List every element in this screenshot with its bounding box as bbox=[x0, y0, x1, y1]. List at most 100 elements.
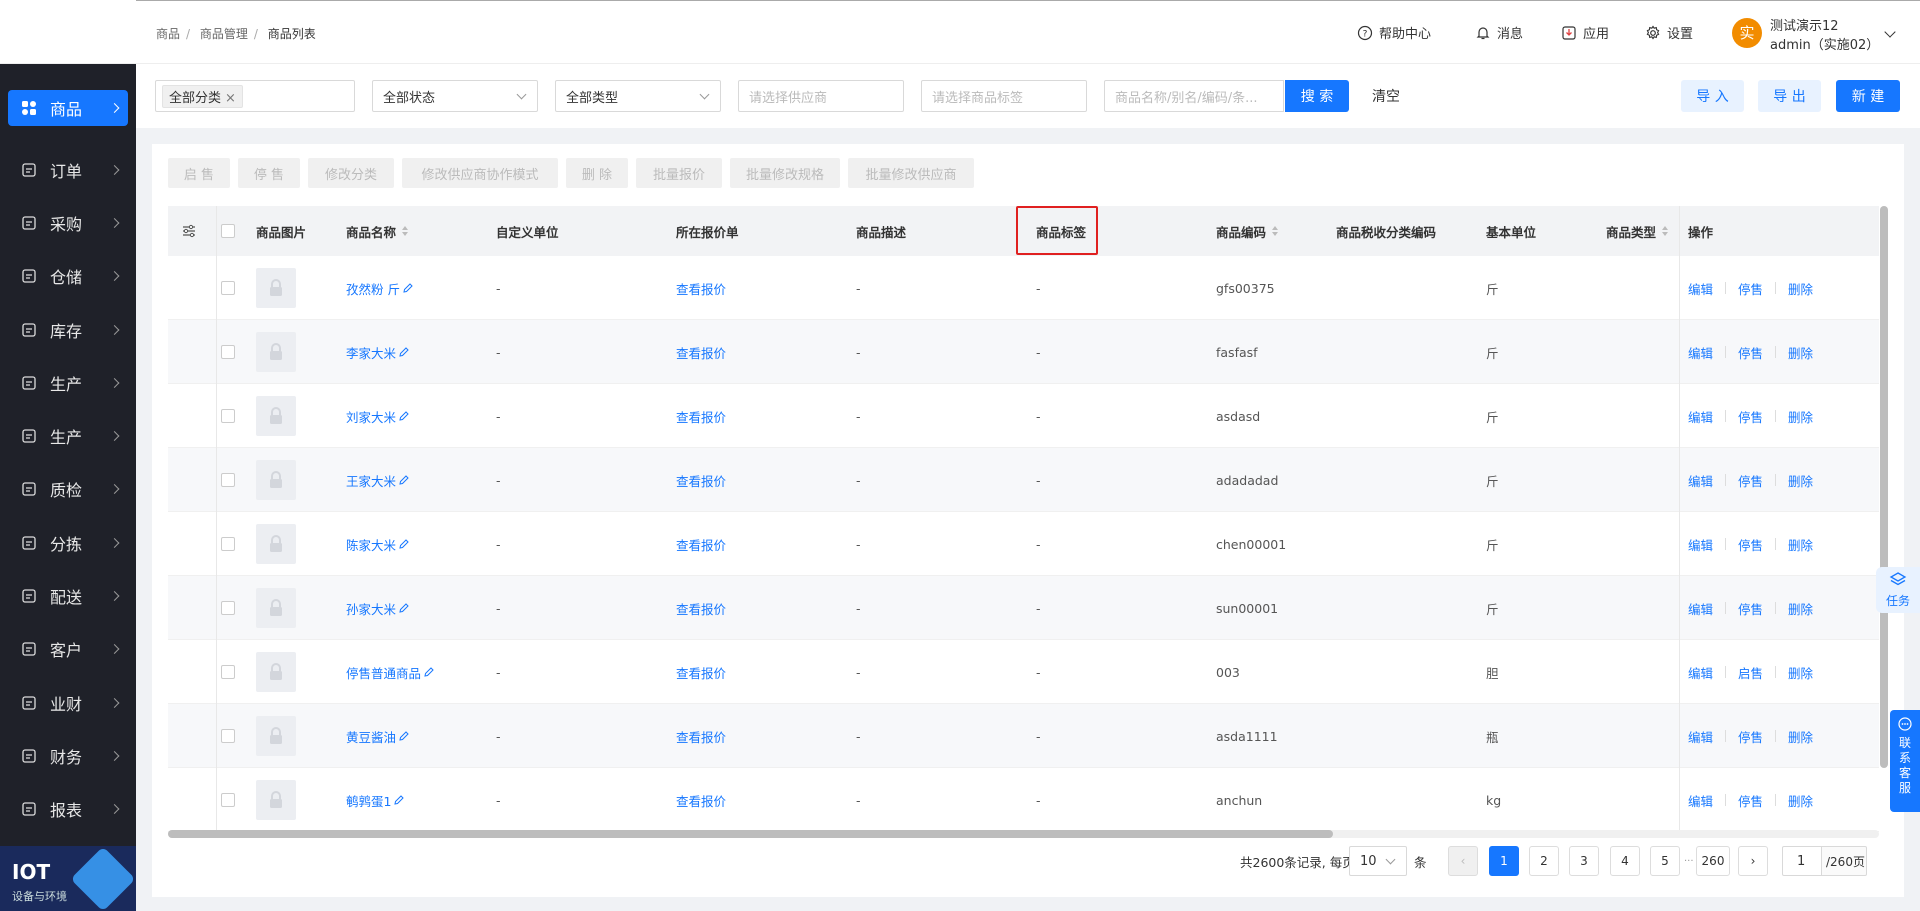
product-name-link[interactable]: 鹌鹑蛋1 bbox=[346, 791, 391, 810]
breadcrumb-item[interactable]: 商品 bbox=[156, 27, 180, 41]
row-checkbox[interactable] bbox=[221, 384, 235, 448]
view-quote-link[interactable]: 查看报价 bbox=[676, 384, 726, 448]
page-button[interactable]: 5 bbox=[1650, 846, 1680, 876]
new-button[interactable]: 新 建 bbox=[1836, 80, 1900, 112]
product-name-cell[interactable]: 停售普通商品 bbox=[346, 640, 435, 704]
apps-link[interactable]: 应用 bbox=[1561, 23, 1609, 42]
sidebar-item-12[interactable]: 财务 bbox=[0, 729, 136, 782]
column-settings-icon[interactable] bbox=[181, 206, 197, 256]
sidebar-item-6[interactable]: 生产 bbox=[0, 409, 136, 462]
view-quote-link[interactable]: 查看报价 bbox=[676, 640, 726, 704]
vertical-scrollbar[interactable] bbox=[1880, 206, 1888, 768]
edit-pencil-icon[interactable] bbox=[398, 730, 410, 742]
bulk-change-spec-button[interactable]: 批量修改规格 bbox=[730, 158, 840, 188]
bulk-change-supplier-button[interactable]: 批量修改供应商 bbox=[848, 158, 974, 188]
page-button[interactable]: 1 bbox=[1489, 846, 1519, 876]
edit-link[interactable]: 编辑 bbox=[1688, 791, 1713, 810]
delete-link[interactable]: 删除 bbox=[1788, 343, 1813, 362]
product-name-link[interactable]: 停售普通商品 bbox=[346, 663, 421, 682]
row-checkbox[interactable] bbox=[221, 448, 235, 512]
product-name-cell[interactable]: 孜然粉 斤 bbox=[346, 256, 414, 320]
product-name-link[interactable]: 李家大米 bbox=[346, 343, 396, 362]
view-quote-link[interactable]: 查看报价 bbox=[676, 768, 726, 832]
page-button[interactable]: 2 bbox=[1529, 846, 1559, 876]
view-quote-link[interactable]: 查看报价 bbox=[676, 256, 726, 320]
toggle-sale-link[interactable]: 停售 bbox=[1738, 535, 1763, 554]
edit-link[interactable]: 编辑 bbox=[1688, 407, 1713, 426]
toggle-sale-link[interactable]: 停售 bbox=[1738, 791, 1763, 810]
delete-link[interactable]: 删除 bbox=[1788, 791, 1813, 810]
edit-pencil-icon[interactable] bbox=[398, 602, 410, 614]
next-page-button[interactable]: › bbox=[1738, 846, 1768, 876]
search-button[interactable]: 搜 索 bbox=[1285, 80, 1349, 112]
bulk-disable-button[interactable]: 停 售 bbox=[238, 158, 300, 188]
sidebar-item-2[interactable]: 采购 bbox=[0, 196, 136, 249]
col-code[interactable]: 商品编码 bbox=[1216, 206, 1279, 256]
breadcrumb-item[interactable]: 商品管理 bbox=[200, 27, 248, 41]
sidebar-item-0[interactable]: 商品 bbox=[8, 90, 128, 126]
view-quote-link[interactable]: 查看报价 bbox=[676, 512, 726, 576]
col-name[interactable]: 商品名称 bbox=[346, 206, 409, 256]
toggle-sale-link[interactable]: 停售 bbox=[1738, 279, 1763, 298]
product-name-link[interactable]: 黄豆酱油 bbox=[346, 727, 396, 746]
product-name-cell[interactable]: 黄豆酱油 bbox=[346, 704, 410, 768]
edit-link[interactable]: 编辑 bbox=[1688, 599, 1713, 618]
edit-pencil-icon[interactable] bbox=[398, 346, 410, 358]
edit-link[interactable]: 编辑 bbox=[1688, 727, 1713, 746]
edit-pencil-icon[interactable] bbox=[423, 666, 435, 678]
sidebar-item-5[interactable]: 生产 bbox=[0, 356, 136, 409]
bulk-enable-button[interactable]: 启 售 bbox=[168, 158, 230, 188]
import-button[interactable]: 导 入 bbox=[1681, 80, 1744, 112]
row-checkbox[interactable] bbox=[221, 512, 235, 576]
sidebar-item-7[interactable]: 质检 bbox=[0, 463, 136, 516]
delete-link[interactable]: 删除 bbox=[1788, 535, 1813, 554]
page-ellipsis[interactable]: ··· bbox=[1684, 846, 1694, 876]
toggle-sale-link[interactable]: 停售 bbox=[1738, 407, 1763, 426]
type-select[interactable]: 全部类型 bbox=[555, 80, 721, 112]
product-name-cell[interactable]: 王家大米 bbox=[346, 448, 410, 512]
page-button[interactable]: 260 bbox=[1696, 846, 1730, 876]
supplier-select[interactable]: 请选择供应商 bbox=[738, 80, 904, 112]
product-name-cell[interactable]: 李家大米 bbox=[346, 320, 410, 384]
delete-link[interactable]: 删除 bbox=[1788, 663, 1813, 682]
edit-link[interactable]: 编辑 bbox=[1688, 279, 1713, 298]
bulk-delete-button[interactable]: 删 除 bbox=[566, 158, 628, 188]
page-size-select[interactable]: 10 bbox=[1349, 846, 1407, 876]
scrollbar-thumb[interactable] bbox=[168, 830, 1333, 838]
chevron-down-icon[interactable] bbox=[1884, 26, 1896, 38]
delete-link[interactable]: 删除 bbox=[1788, 279, 1813, 298]
product-name-cell[interactable]: 刘家大米 bbox=[346, 384, 410, 448]
view-quote-link[interactable]: 查看报价 bbox=[676, 320, 726, 384]
product-name-link[interactable]: 孙家大米 bbox=[346, 599, 396, 618]
select-all-checkbox[interactable] bbox=[221, 206, 235, 256]
delete-link[interactable]: 删除 bbox=[1788, 727, 1813, 746]
view-quote-link[interactable]: 查看报价 bbox=[676, 576, 726, 640]
bulk-change-supplier-mode-button[interactable]: 修改供应商协作模式 bbox=[402, 158, 558, 188]
search-input[interactable]: 商品名称/别名/编码/条... bbox=[1104, 80, 1284, 112]
product-name-link[interactable]: 王家大米 bbox=[346, 471, 396, 490]
clear-button[interactable]: 清空 bbox=[1364, 80, 1408, 112]
page-button[interactable]: 3 bbox=[1569, 846, 1599, 876]
status-select[interactable]: 全部状态 bbox=[372, 80, 538, 112]
edit-link[interactable]: 编辑 bbox=[1688, 663, 1713, 682]
messages-link[interactable]: 消息 bbox=[1475, 23, 1523, 42]
product-name-cell[interactable]: 陈家大米 bbox=[346, 512, 410, 576]
customer-service-button[interactable]: 联 系 客 服 bbox=[1890, 710, 1920, 812]
edit-pencil-icon[interactable] bbox=[402, 282, 414, 294]
toggle-sale-link[interactable]: 启售 bbox=[1738, 663, 1763, 682]
edit-link[interactable]: 编辑 bbox=[1688, 535, 1713, 554]
page-jump-input[interactable]: 1 bbox=[1782, 846, 1822, 876]
product-name-cell[interactable]: 鹌鹑蛋1 bbox=[346, 768, 405, 832]
sidebar-item-3[interactable]: 仓储 bbox=[0, 250, 136, 303]
export-button[interactable]: 导 出 bbox=[1758, 80, 1821, 112]
avatar[interactable]: 实 bbox=[1732, 18, 1762, 48]
delete-link[interactable]: 删除 bbox=[1788, 471, 1813, 490]
edit-pencil-icon[interactable] bbox=[398, 538, 410, 550]
row-checkbox[interactable] bbox=[221, 704, 235, 768]
category-select[interactable]: 全部分类 × bbox=[155, 80, 355, 112]
col-type[interactable]: 商品类型 bbox=[1606, 206, 1669, 256]
toggle-sale-link[interactable]: 停售 bbox=[1738, 599, 1763, 618]
sidebar-item-1[interactable]: 订单 bbox=[0, 143, 136, 196]
product-name-cell[interactable]: 孙家大米 bbox=[346, 576, 410, 640]
toggle-sale-link[interactable]: 停售 bbox=[1738, 343, 1763, 362]
